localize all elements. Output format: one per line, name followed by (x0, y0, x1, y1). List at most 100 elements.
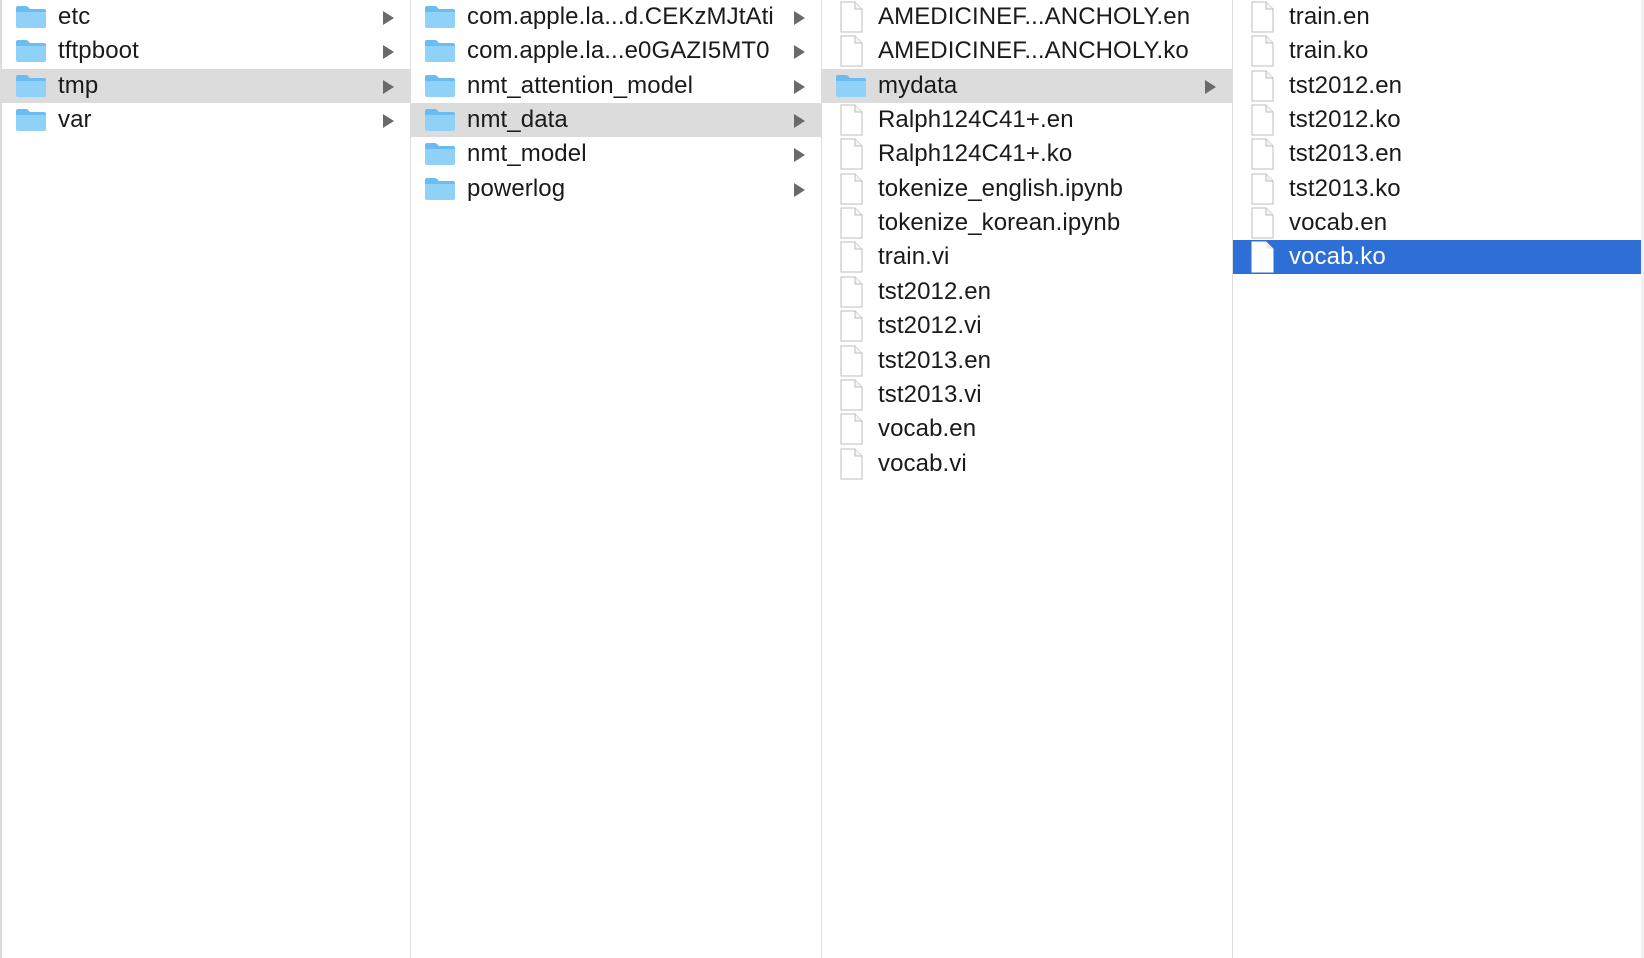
file-row[interactable]: tokenize_korean.ipynb (822, 206, 1232, 240)
file-icon (1246, 35, 1278, 67)
file-row[interactable]: vocab.vi (822, 447, 1232, 481)
file-row[interactable]: AMEDICINEF...ANCHOLY.ko (822, 34, 1232, 68)
folder-row[interactable]: nmt_attention_model (411, 69, 821, 103)
chevron-right-icon[interactable] (794, 79, 805, 94)
file-icon (1246, 1, 1278, 33)
chevron-right-icon[interactable] (794, 45, 805, 60)
item-name: tst2012.en (878, 277, 992, 305)
file-icon (835, 1, 867, 33)
file-icon (835, 241, 867, 273)
folder-icon (15, 108, 47, 132)
item-name: tst2013.vi (878, 380, 982, 408)
column-2[interactable]: com.apple.la...d.CEKzMJtAti com.apple.la.… (411, 0, 822, 958)
file-icon (835, 207, 867, 239)
file-icon (835, 448, 867, 480)
chevron-right-icon[interactable] (794, 148, 805, 163)
folder-icon (424, 108, 456, 132)
folder-icon (424, 177, 456, 201)
file-row[interactable]: Ralph124C41+.ko (822, 137, 1232, 171)
item-name: tst2013.en (878, 346, 992, 374)
folder-icon (424, 5, 456, 29)
folder-row[interactable]: com.apple.la...d.CEKzMJtAti (411, 0, 821, 34)
file-row[interactable]: vocab.en (822, 412, 1232, 446)
file-icon (1246, 241, 1278, 273)
file-icon (835, 104, 867, 136)
chevron-right-icon[interactable] (383, 11, 394, 25)
folder-icon (424, 142, 456, 166)
item-name: Ralph124C41+.en (878, 106, 1074, 134)
file-row[interactable]: tst2013.ko (1233, 172, 1644, 206)
file-row[interactable]: train.vi (822, 240, 1232, 274)
file-icon (835, 345, 867, 376)
finder-column-browser: etc tftpboot tmp var com.apple.la...d.CEKzM… (0, 0, 1644, 958)
file-row[interactable]: vocab.ko (1233, 240, 1644, 275)
file-icon (835, 379, 867, 411)
folder-icon (424, 74, 456, 98)
item-name: train.en (1289, 3, 1370, 30)
folder-row[interactable]: var (2, 103, 410, 137)
folder-row[interactable]: com.apple.la...e0GAZI5MT0 (411, 34, 821, 68)
file-row[interactable]: tst2013.en (1233, 137, 1644, 171)
item-name: tst2012.ko (1289, 106, 1401, 134)
file-row[interactable]: tst2012.ko (1233, 103, 1644, 137)
folder-icon (15, 5, 47, 29)
chevron-right-icon[interactable] (383, 45, 394, 60)
item-name: train.ko (1289, 37, 1369, 65)
column-3[interactable]: AMEDICINEF...ANCHOLY.en AMEDICINEF...ANCH… (822, 0, 1233, 958)
column-4[interactable]: train.en train.ko tst2012.en tst2012.ko tst2… (1233, 0, 1644, 958)
chevron-right-icon[interactable] (383, 79, 394, 94)
file-icon (1246, 173, 1278, 205)
item-name: Ralph124C41+.ko (878, 140, 1073, 168)
file-row[interactable]: tst2013.en (822, 344, 1232, 378)
item-name: powerlog (467, 174, 566, 202)
file-row[interactable]: tst2012.vi (822, 309, 1232, 343)
item-name: tokenize_english.ipynb (878, 174, 1124, 202)
item-name: tst2013.ko (1289, 174, 1401, 202)
folder-row[interactable]: nmt_model (411, 137, 821, 171)
item-name: nmt_model (467, 140, 587, 168)
file-icon (835, 35, 867, 67)
item-name: mydata (878, 71, 958, 99)
folder-row[interactable]: etc (2, 0, 410, 34)
file-icon (1246, 207, 1278, 239)
folder-row[interactable]: tmp (2, 68, 410, 103)
chevron-right-icon[interactable] (383, 114, 394, 129)
file-row[interactable]: tst2012.en (1233, 69, 1644, 103)
file-row[interactable]: train.en (1233, 0, 1644, 34)
item-name: com.apple.la...e0GAZI5MT0 (467, 37, 770, 65)
chevron-right-icon[interactable] (794, 182, 805, 197)
chevron-right-icon[interactable] (794, 114, 805, 129)
folder-row[interactable]: powerlog (411, 172, 821, 206)
file-icon (835, 310, 867, 342)
column-1[interactable]: etc tftpboot tmp var (0, 0, 411, 958)
item-name: tst2013.en (1289, 140, 1403, 168)
chevron-right-icon[interactable] (1205, 79, 1216, 94)
folder-row[interactable]: mydata (822, 68, 1232, 103)
file-icon (835, 413, 867, 445)
file-row[interactable]: tokenize_english.ipynb (822, 172, 1232, 206)
file-row[interactable]: tst2013.vi (822, 378, 1232, 412)
file-icon (1246, 138, 1278, 170)
item-name: tokenize_korean.ipynb (878, 209, 1121, 237)
item-name: vocab.vi (878, 449, 967, 477)
file-icon (835, 276, 867, 308)
item-name: AMEDICINEF...ANCHOLY.ko (878, 37, 1189, 65)
file-row[interactable]: vocab.en (1233, 206, 1644, 240)
file-row[interactable]: AMEDICINEF...ANCHOLY.en (822, 0, 1232, 34)
item-name: tftpboot (58, 37, 139, 65)
folder-icon (15, 39, 47, 63)
file-row[interactable]: train.ko (1233, 34, 1644, 68)
item-name: tst2012.vi (878, 312, 982, 340)
file-icon (1246, 104, 1278, 136)
chevron-right-icon[interactable] (794, 11, 805, 25)
folder-row[interactable]: nmt_data (411, 103, 821, 138)
item-name: nmt_attention_model (467, 71, 694, 99)
item-name: AMEDICINEF...ANCHOLY.en (878, 3, 1191, 30)
item-name: nmt_data (467, 106, 568, 134)
item-name: vocab.ko (1289, 243, 1386, 271)
folder-icon (424, 39, 456, 63)
file-row[interactable]: tst2012.en (822, 275, 1232, 309)
file-icon (835, 173, 867, 205)
folder-row[interactable]: tftpboot (2, 34, 410, 68)
file-row[interactable]: Ralph124C41+.en (822, 103, 1232, 137)
